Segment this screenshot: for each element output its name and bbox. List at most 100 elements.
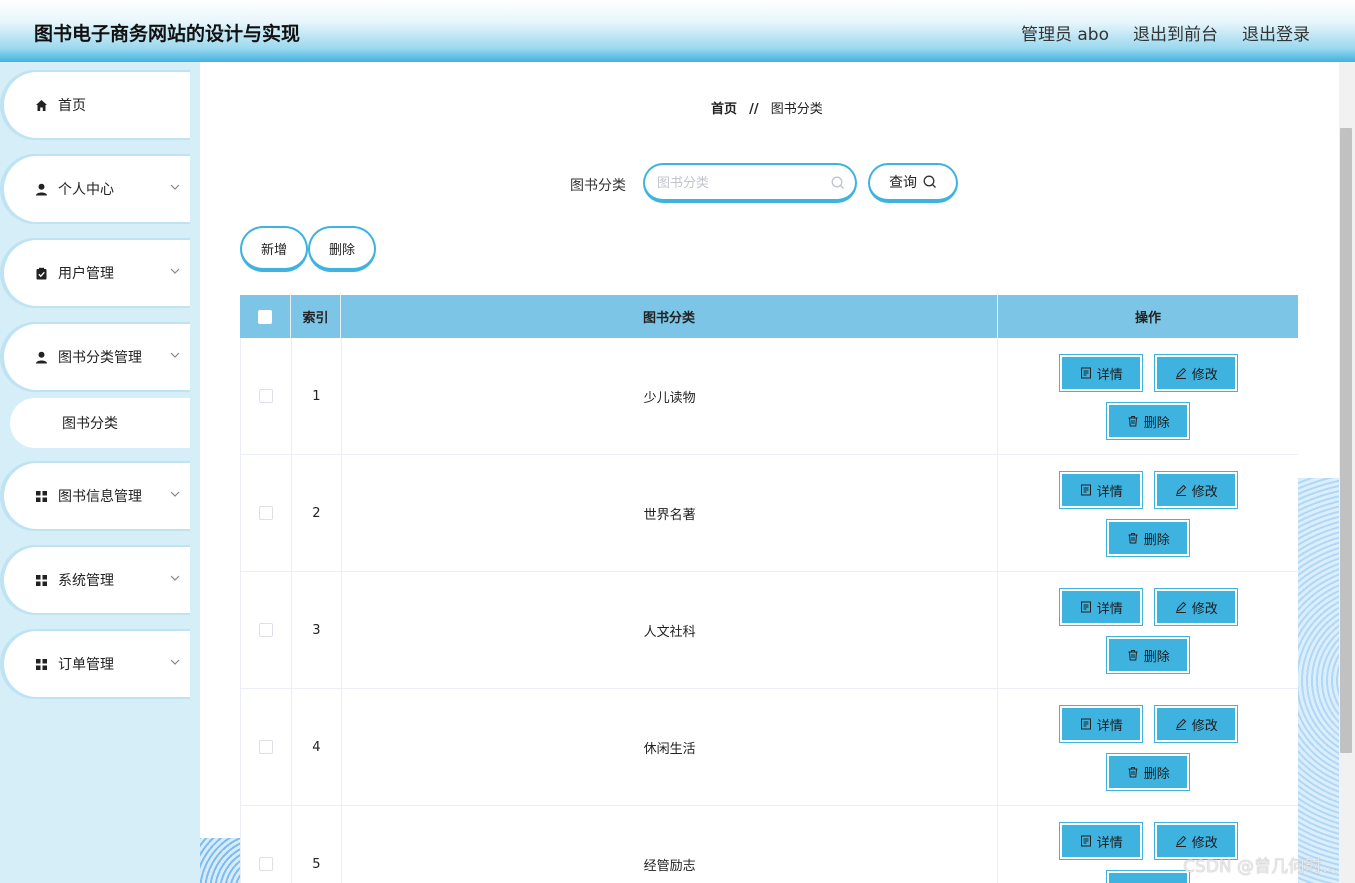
query-button[interactable]: 查询 bbox=[868, 163, 958, 203]
chevron-down-icon bbox=[170, 352, 180, 358]
category-cell: 经管励志 bbox=[342, 806, 999, 883]
header-category: 图书分类 bbox=[341, 295, 998, 338]
sidebar: 首页 个人中心 用户管理 图书分类管理 图书分类 图书信息管理 系统管理 订单管… bbox=[0, 62, 200, 883]
checkbox-cell bbox=[241, 455, 292, 571]
sidebar-item-order-management[interactable]: 订单管理 bbox=[4, 631, 190, 697]
add-button-label: 新增 bbox=[260, 242, 287, 258]
select-all-checkbox[interactable] bbox=[258, 309, 272, 324]
breadcrumb: 首页 // 图书分类 bbox=[711, 98, 823, 117]
edit-button[interactable]: 修改 bbox=[1154, 588, 1239, 626]
chevron-down-icon bbox=[170, 491, 180, 497]
sidebar-item-personal-center[interactable]: 个人中心 bbox=[4, 156, 190, 222]
row-checkbox[interactable] bbox=[258, 506, 273, 520]
add-button[interactable]: 新增 bbox=[240, 226, 308, 272]
header-actions: 操作 bbox=[1134, 311, 1161, 326]
chevron-down-icon bbox=[170, 184, 180, 190]
table-row: 4 休闲生活 详情 修改 删除 bbox=[240, 689, 1298, 806]
delete-button[interactable]: 删除 bbox=[1106, 870, 1191, 883]
category-table: 索引 图书分类 操作 1 少儿读物 详情 修改 删除 2 世界名著 详情 修改 … bbox=[240, 295, 1298, 883]
user-icon bbox=[35, 183, 48, 196]
detail-button[interactable]: 详情 bbox=[1059, 471, 1144, 509]
actions-cell: 详情 修改 删除 bbox=[998, 338, 1298, 454]
user-icon bbox=[35, 351, 48, 364]
delete-button[interactable]: 删除 bbox=[1106, 402, 1191, 440]
app-title: 图书电子商务网站的设计与实现 bbox=[34, 23, 301, 45]
trash-icon bbox=[1128, 767, 1138, 778]
home-icon bbox=[35, 99, 48, 112]
delete-button[interactable]: 删除 bbox=[1106, 636, 1191, 674]
sidebar-item-label: 图书信息管理 bbox=[58, 489, 142, 505]
top-header: 图书电子商务网站的设计与实现 管理员 abo 退出到前台 退出登录 bbox=[0, 0, 1355, 62]
checkbox-cell bbox=[241, 806, 292, 883]
row-checkbox[interactable] bbox=[258, 857, 273, 871]
table-row: 2 世界名著 详情 修改 删除 bbox=[240, 455, 1298, 572]
edit-icon bbox=[1175, 718, 1186, 730]
chevron-down-icon bbox=[170, 268, 180, 274]
batch-delete-button[interactable]: 删除 bbox=[308, 226, 376, 272]
decorative-wave bbox=[200, 838, 240, 883]
index-cell: 5 bbox=[292, 806, 342, 883]
sidebar-item-system-management[interactable]: 系统管理 bbox=[4, 547, 190, 613]
table-row: 3 人文社科 详情 修改 删除 bbox=[240, 572, 1298, 689]
search-icon bbox=[923, 175, 936, 188]
sidebar-item-label: 用户管理 bbox=[58, 266, 114, 282]
query-button-label: 查询 bbox=[889, 175, 917, 191]
sidebar-item-book-category-management[interactable]: 图书分类管理 bbox=[4, 324, 190, 390]
clipboard-icon bbox=[35, 267, 48, 280]
sidebar-item-label: 系统管理 bbox=[58, 573, 114, 589]
grid-icon bbox=[35, 658, 48, 671]
sidebar-item-book-info-management[interactable]: 图书信息管理 bbox=[4, 463, 190, 529]
edit-button-label: 修改 bbox=[1191, 718, 1218, 734]
sidebar-item-home[interactable]: 首页 bbox=[4, 72, 190, 138]
admin-username: 管理员 abo bbox=[1020, 25, 1109, 45]
edit-button[interactable]: 修改 bbox=[1154, 705, 1239, 743]
breadcrumb-current: 图书分类 bbox=[770, 102, 823, 117]
index-cell: 2 bbox=[292, 455, 342, 571]
category-cell: 少儿读物 bbox=[342, 338, 999, 454]
sidebar-item-user-management[interactable]: 用户管理 bbox=[4, 240, 190, 306]
edit-button[interactable]: 修改 bbox=[1154, 354, 1239, 392]
detail-button[interactable]: 详情 bbox=[1059, 588, 1144, 626]
batch-delete-button-label: 删除 bbox=[328, 242, 355, 258]
edit-icon bbox=[1175, 367, 1186, 379]
breadcrumb-home[interactable]: 首页 bbox=[711, 102, 737, 117]
detail-button[interactable]: 详情 bbox=[1059, 822, 1144, 860]
detail-button-label: 详情 bbox=[1096, 601, 1123, 617]
detail-button-label: 详情 bbox=[1096, 484, 1123, 500]
table-row: 1 少儿读物 详情 修改 删除 bbox=[240, 338, 1298, 455]
delete-button-label: 删除 bbox=[1143, 415, 1170, 431]
header-checkbox-cell bbox=[240, 295, 291, 338]
actions-cell: 详情 修改 删除 bbox=[998, 572, 1298, 688]
search-box bbox=[643, 163, 857, 203]
detail-button-label: 详情 bbox=[1096, 718, 1123, 734]
document-icon bbox=[1080, 835, 1091, 847]
grid-icon bbox=[35, 574, 48, 587]
table-row: 5 经管励志 详情 修改 删除 bbox=[240, 806, 1298, 883]
exit-to-front-link[interactable]: 退出到前台 bbox=[1133, 20, 1218, 45]
detail-button[interactable]: 详情 bbox=[1059, 354, 1144, 392]
sidebar-item-label: 首页 bbox=[58, 98, 86, 114]
index-cell: 4 bbox=[292, 689, 342, 805]
watermark: CSDN @曾几何时… bbox=[1183, 857, 1339, 877]
edit-icon bbox=[1175, 835, 1186, 847]
header-index: 索引 bbox=[291, 295, 341, 338]
trash-icon bbox=[1128, 533, 1138, 544]
logout-link[interactable]: 退出登录 bbox=[1242, 20, 1310, 45]
sidebar-subitem-book-category[interactable]: 图书分类 bbox=[10, 398, 190, 448]
vertical-scrollbar[interactable] bbox=[1339, 62, 1355, 883]
delete-button[interactable]: 删除 bbox=[1106, 519, 1191, 557]
trash-icon bbox=[1128, 416, 1138, 427]
row-checkbox[interactable] bbox=[258, 740, 273, 754]
document-icon bbox=[1080, 367, 1091, 379]
delete-button[interactable]: 删除 bbox=[1106, 753, 1191, 791]
detail-button[interactable]: 详情 bbox=[1059, 705, 1144, 743]
edit-button[interactable]: 修改 bbox=[1154, 471, 1239, 509]
scrollbar-thumb[interactable] bbox=[1340, 128, 1352, 753]
category-cell: 休闲生活 bbox=[342, 689, 999, 805]
detail-button-label: 详情 bbox=[1096, 835, 1123, 851]
row-checkbox[interactable] bbox=[258, 389, 273, 403]
search-input[interactable] bbox=[657, 173, 827, 193]
edit-icon bbox=[1175, 484, 1186, 496]
row-checkbox[interactable] bbox=[258, 623, 273, 637]
detail-button-label: 详情 bbox=[1096, 367, 1123, 383]
